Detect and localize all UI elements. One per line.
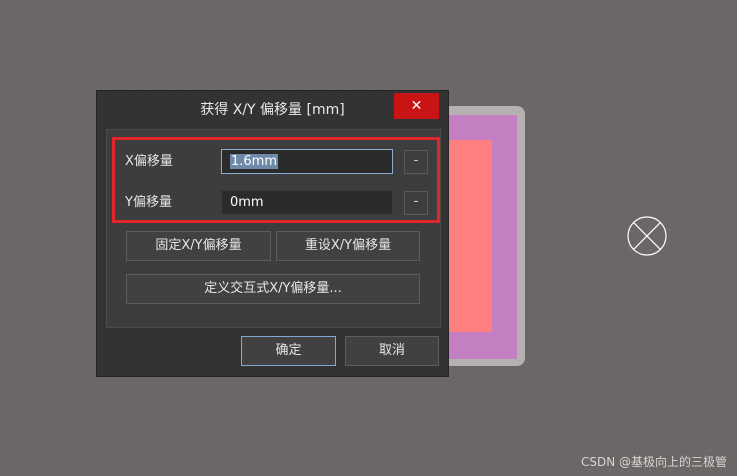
watermark: CSDN @基极向上的三极管 [580, 455, 727, 469]
dialog-title-bar[interactable]: 获得 X/Y 偏移量 [mm] ✕ [97, 91, 448, 129]
crossed-circle-icon [627, 216, 667, 256]
highlight-annotation [112, 137, 440, 223]
fix-offset-button[interactable]: 固定X/Y偏移量 [126, 231, 271, 261]
cancel-button[interactable]: 取消 [345, 336, 439, 366]
offset-dialog: 获得 X/Y 偏移量 [mm] ✕ X偏移量 1.6mm - Y偏移量 0mm … [96, 90, 449, 377]
ok-button[interactable]: 确定 [241, 336, 336, 366]
close-button[interactable]: ✕ [394, 93, 439, 119]
define-interactive-offset-button[interactable]: 定义交互式X/Y偏移量... [126, 274, 420, 304]
close-icon: ✕ [410, 98, 423, 114]
reset-offset-button[interactable]: 重设X/Y偏移量 [276, 231, 420, 261]
